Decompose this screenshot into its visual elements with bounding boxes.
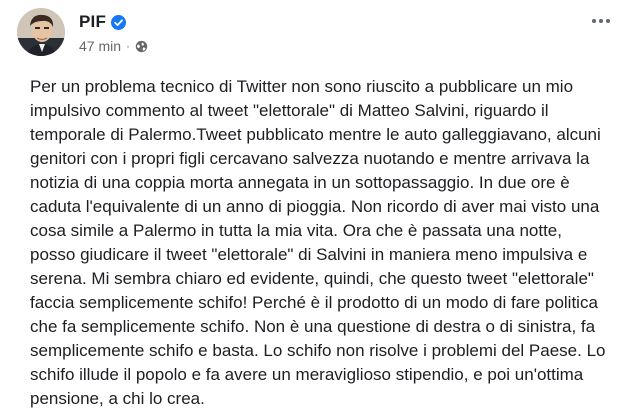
post-text-line: serena. Mi sembra chiaro ed evidente, qu… [30,269,594,288]
author-name[interactable]: PIF [79,12,106,32]
profile-photo [17,8,65,56]
more-dot [592,19,596,23]
post-text-line: semplicemente schifo e basta. Lo schifo … [30,341,606,360]
post-text-line: Per un problema tecnico di Twitter non s… [30,77,574,96]
more-dot [599,19,603,23]
post-meta: 47 min · [79,38,148,54]
verified-check-icon [111,14,127,30]
globe-icon[interactable] [135,40,148,53]
post-text-line: faccia semplicemente schifo! Perché è il… [30,293,598,312]
post-text-line: che fa semplicemente schifo. Non è una q… [30,317,596,336]
post-text-line: caduta l'equivalente di un anno di piogg… [30,197,600,216]
more-options-icon[interactable] [588,10,614,32]
post-text-line: temporale di Palermo.Tweet pubblicato me… [30,125,601,144]
facebook-post: PIF 47 min · Per un problema tecnico di … [0,0,617,408]
post-text-line: cosa simile a Palermo in tutta la mia vi… [30,221,562,240]
post-text-line: genitori con i propri figli cercavano sa… [30,149,590,168]
post-text-line: posso giudicare il tweet "elettorale" di… [30,245,588,264]
post-text-line: impulsivo commento al tweet "elettorale"… [30,101,549,120]
post-text-line: schifo illude il popolo e fa avere un me… [30,365,584,384]
post-text-line: notizia di una coppia morta annegata in … [30,173,570,192]
avatar[interactable] [17,8,65,56]
meta-separator: · [126,39,131,53]
author-header: PIF [79,12,127,32]
post-text-line: pensione, a chi lo crea. [30,389,205,408]
post-body: Per un problema tecnico di Twitter non s… [30,75,617,411]
more-dot [606,19,610,23]
post-timestamp[interactable]: 47 min [79,38,121,54]
